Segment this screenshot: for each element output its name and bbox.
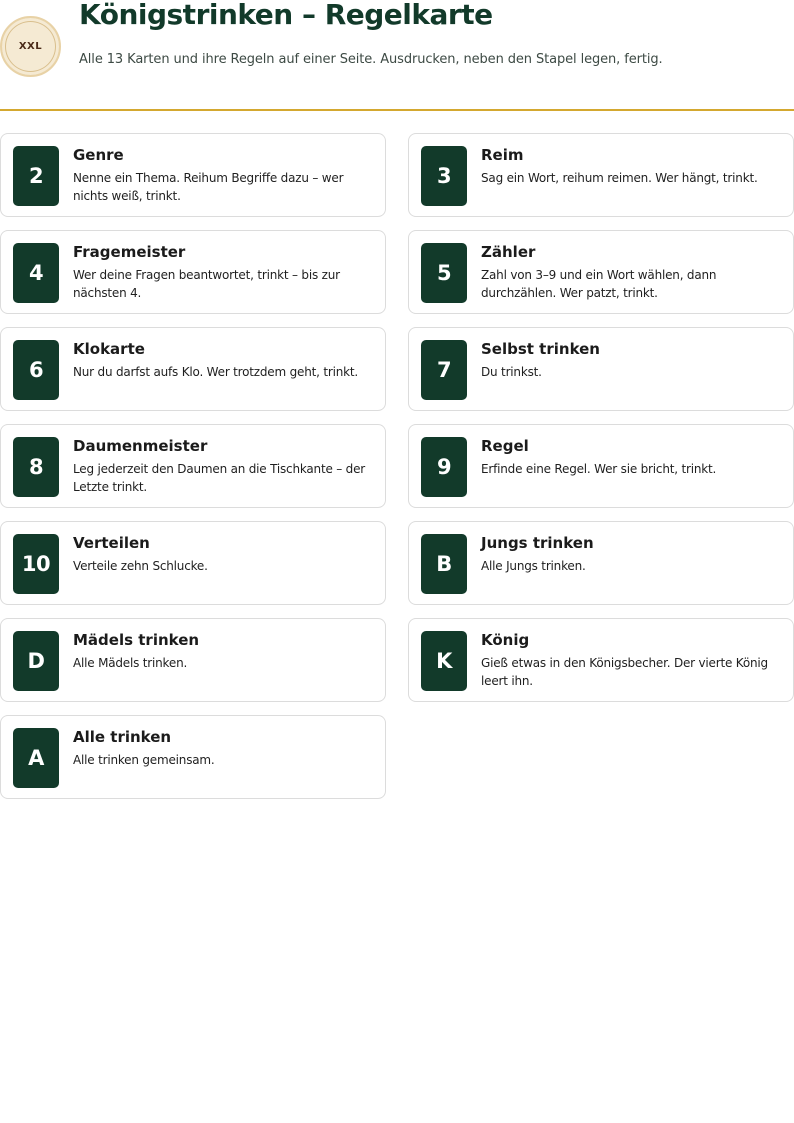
rule-title: Daumenmeister: [73, 437, 208, 455]
rule-title: Verteilen: [73, 534, 150, 552]
card-rank-badge: 5: [421, 243, 467, 303]
rule-text: Alle trinken gemeinsam.: [73, 753, 215, 767]
rule-text: Leg jederzeit den Daumen an die Tischkan…: [73, 462, 366, 494]
rule-text: Erfinde eine Regel. Wer sie bricht, trin…: [481, 462, 717, 476]
rule-card-9: 9 Regel Erfinde eine Regel. Wer sie bric…: [408, 424, 794, 508]
rule-title: Alle trinken: [73, 728, 172, 746]
rule-text: Nenne ein Thema. Reihum Begriffe dazu – …: [73, 171, 344, 203]
card-rank-badge: K: [421, 631, 467, 691]
rule-card-6: 6 Klokarte Nur du darfst aufs Klo. Wer t…: [0, 327, 386, 411]
rule-card-3: 3 Reim Sag ein Wort, reihum reimen. Wer …: [408, 133, 794, 217]
rule-text: Zahl von 3–9 und ein Wort wählen, dann d…: [481, 268, 717, 300]
rule-text: Alle Mädels trinken.: [73, 656, 188, 670]
rule-text: Wer deine Fragen beantwortet, trinkt – b…: [73, 268, 340, 300]
rule-card-2: 2 Genre Nenne ein Thema. Reihum Begriffe…: [0, 133, 386, 217]
card-rank-badge: 9: [421, 437, 467, 497]
rule-text: Nur du darfst aufs Klo. Wer trotzdem geh…: [73, 365, 358, 379]
rule-card-7: 7 Selbst trinken Du trinkst.: [408, 327, 794, 411]
card-rank-badge: 7: [421, 340, 467, 400]
card-rank-badge: A: [13, 728, 59, 788]
rule-title: König: [481, 631, 530, 649]
rule-card-grid: 2 Genre Nenne ein Thema. Reihum Begriffe…: [0, 133, 794, 799]
page-title: Königstrinken – Regelkarte: [79, 0, 493, 31]
rule-title: Mädels trinken: [73, 631, 200, 649]
card-rank-badge: 2: [13, 146, 59, 206]
rule-title: Fragemeister: [73, 243, 186, 261]
rule-title: Genre: [73, 146, 124, 164]
card-rank-badge: 8: [13, 437, 59, 497]
rule-title: Zähler: [481, 243, 536, 261]
rule-card-8: 8 Daumenmeister Leg jederzeit den Daumen…: [0, 424, 386, 508]
rule-title: Reim: [481, 146, 524, 164]
rule-card-b: B Jungs trinken Alle Jungs trinken.: [408, 521, 794, 605]
rule-card-10: 10 Verteilen Verteile zehn Schlucke.: [0, 521, 386, 605]
rule-title: Jungs trinken: [481, 534, 594, 552]
rule-title: Klokarte: [73, 340, 145, 358]
rule-text: Gieß etwas in den Königsbecher. Der vier…: [481, 656, 768, 688]
logo-text: XXL: [18, 41, 43, 52]
rule-card-5: 5 Zähler Zahl von 3–9 und ein Wort wähle…: [408, 230, 794, 314]
rule-title: Regel: [481, 437, 529, 455]
card-rank-badge: 10: [13, 534, 59, 594]
page-header: XXL Königstrinken – Regelkarte Alle 13 K…: [0, 0, 794, 111]
rule-title: Selbst trinken: [481, 340, 600, 358]
card-rank-badge: B: [421, 534, 467, 594]
rule-text: Verteile zehn Schlucke.: [73, 559, 208, 573]
rule-card-k: K König Gieß etwas in den Königsbecher. …: [408, 618, 794, 702]
card-rank-badge: 4: [13, 243, 59, 303]
rule-card-a: A Alle trinken Alle trinken gemeinsam.: [0, 715, 386, 799]
card-rank-badge: 3: [421, 146, 467, 206]
rule-card-4: 4 Fragemeister Wer deine Fragen beantwor…: [0, 230, 386, 314]
rule-card-d: D Mädels trinken Alle Mädels trinken.: [0, 618, 386, 702]
brand-logo: XXL: [0, 16, 61, 77]
card-rank-badge: 6: [13, 340, 59, 400]
rule-text: Alle Jungs trinken.: [481, 559, 586, 573]
card-rank-badge: D: [13, 631, 59, 691]
rule-text: Sag ein Wort, reihum reimen. Wer hängt, …: [481, 171, 758, 185]
page-subtitle: Alle 13 Karten und ihre Regeln auf einer…: [79, 52, 663, 67]
rule-text: Du trinkst.: [481, 365, 542, 379]
